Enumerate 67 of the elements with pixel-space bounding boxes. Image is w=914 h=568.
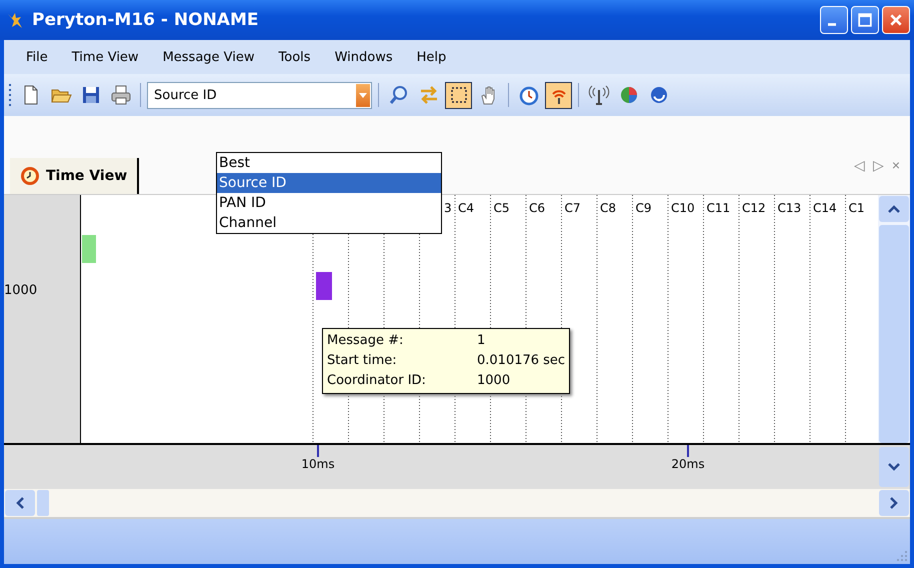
time-view-tab[interactable]: Time View [10, 158, 140, 194]
menu-item[interactable]: File [14, 50, 60, 64]
scroll-left-button[interactable] [5, 490, 35, 516]
close-icon [889, 13, 903, 27]
menu-item[interactable]: Windows [322, 50, 405, 64]
column-header: C4 [458, 201, 474, 215]
tick-mark [316, 445, 320, 457]
scroll-thumb[interactable] [37, 490, 49, 516]
maximize-button[interactable] [851, 6, 879, 34]
selection-button[interactable] [445, 82, 472, 108]
column-header: C11 [706, 201, 730, 215]
clock-icon [20, 166, 40, 186]
scroll-up-button[interactable] [879, 196, 909, 222]
column-header: C10 [671, 201, 695, 215]
scroll-thumb[interactable] [879, 225, 909, 443]
scroll-right-button[interactable] [879, 490, 909, 516]
minimize-icon [828, 22, 836, 26]
search-icon [388, 84, 410, 106]
alarm-clock-icon [518, 84, 540, 106]
print-icon [110, 84, 132, 106]
tab-nav-button[interactable]: ◁ [852, 157, 867, 173]
close-button[interactable] [882, 6, 910, 34]
axis-tick-label: 10ms [301, 457, 335, 471]
toolbar-grip-icon [8, 83, 12, 107]
tooltip-label: Coordinator ID: [327, 372, 427, 390]
column-header: C9 [636, 201, 652, 215]
menu-item[interactable]: Tools [266, 50, 323, 64]
tooltip-label: Start time: [327, 352, 398, 370]
column-header: 3 [444, 201, 452, 215]
dropdown-option[interactable]: Channel [217, 213, 441, 233]
tab-nav-button[interactable]: ▷ [870, 157, 886, 173]
dropdown-arrow-icon [359, 92, 367, 98]
tooltip-value: 0.010176 sec [477, 352, 566, 370]
maximize-icon [858, 13, 872, 27]
grouping-dropdown[interactable]: Source ID [147, 82, 372, 108]
tooltip-label: Message #: [327, 332, 404, 350]
dropdown-option[interactable]: Source ID [217, 173, 441, 193]
column-header: C14 [813, 201, 837, 215]
dropdown-option[interactable]: Best [217, 153, 441, 173]
axis-tick-label: 20ms [671, 457, 705, 471]
right-chevron-icon [889, 496, 899, 510]
minimize-button[interactable] [820, 6, 848, 34]
column-header: C12 [742, 201, 766, 215]
antenna-icon [588, 84, 610, 106]
menu-item[interactable]: Time View [60, 50, 151, 64]
resize-grip-icon [896, 550, 908, 562]
column-header: C7 [564, 201, 581, 215]
left-chevron-icon [15, 496, 25, 510]
menu-item[interactable]: Message View [150, 50, 267, 64]
down-chevron-icon [887, 462, 901, 472]
up-chevron-icon [887, 204, 901, 214]
window-title: Peryton-M16 - NONAME [32, 10, 260, 30]
column-header: C1 [848, 201, 865, 215]
lane-label: 1000 [4, 283, 38, 298]
tooltip-value: 1000 [477, 372, 510, 390]
dropdown-option[interactable]: PAN ID [217, 193, 441, 213]
tick-mark [686, 445, 690, 457]
tooltip-value: 1 [477, 332, 486, 350]
column-header: C5 [494, 201, 510, 215]
horizontal-scrollbar[interactable] [4, 489, 910, 519]
menu-item[interactable]: Help [404, 50, 458, 64]
column-header: C8 [600, 201, 616, 215]
scroll-down-button[interactable] [879, 447, 909, 487]
column-header: C6 [529, 201, 546, 215]
column-header: C13 [778, 201, 802, 215]
vertical-scrollbar[interactable] [878, 195, 910, 443]
signal-button[interactable] [545, 82, 572, 108]
